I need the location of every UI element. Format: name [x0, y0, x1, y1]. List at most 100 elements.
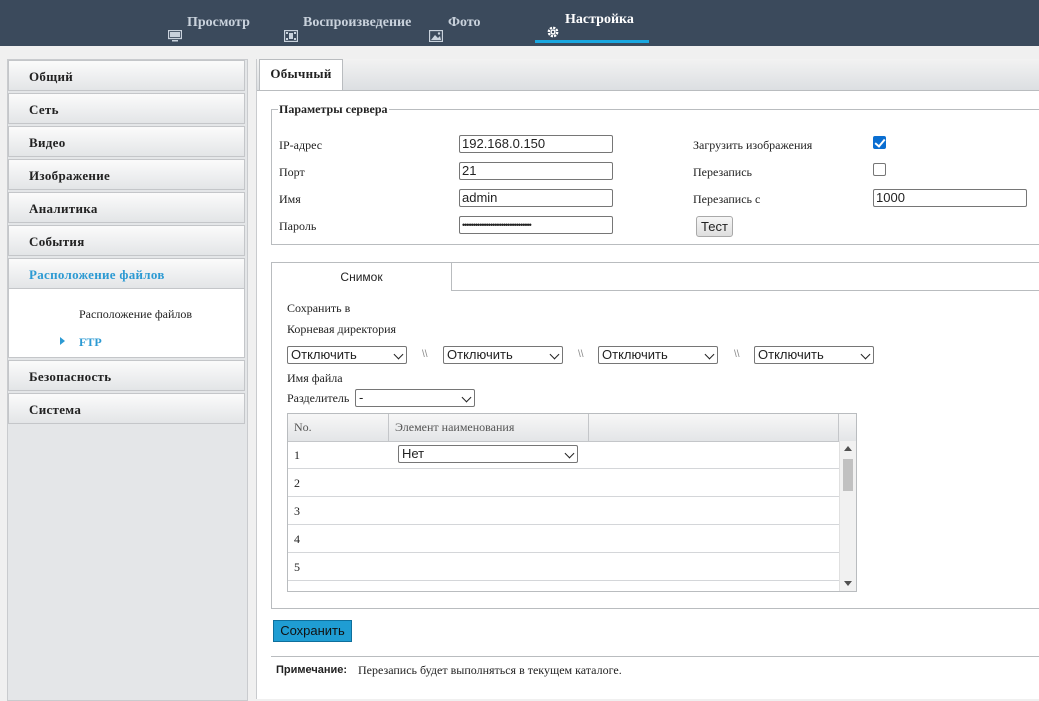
scrollbar-thumb[interactable]	[843, 459, 853, 491]
directory-select-2[interactable]: Отключить	[443, 346, 563, 364]
sidebar-item-events[interactable]: События	[8, 225, 245, 256]
column-header-empty	[589, 414, 839, 441]
sidebar-item-security[interactable]: Безопасность	[8, 360, 245, 391]
chevron-down-icon	[393, 349, 404, 360]
main-tabbar: Обычный	[257, 59, 1039, 91]
note-text: Перезапись будет выполняться в текущем к…	[358, 663, 622, 677]
sidebar-item-video[interactable]: Видео	[8, 126, 245, 157]
scroll-down-icon[interactable]	[844, 581, 852, 586]
save-in-label: Сохранить в	[287, 301, 351, 315]
directory-select-1-value: Отключить	[291, 347, 357, 362]
directory-select-3-value: Отключить	[602, 347, 668, 362]
directory-separator-3: \\	[734, 349, 740, 360]
sidebar-item-file-locations[interactable]: Расположение файлов	[8, 258, 245, 289]
film-icon	[283, 17, 299, 43]
table-row: 6	[288, 581, 839, 591]
table-scrollbar[interactable]	[839, 441, 856, 591]
row-number: 3	[294, 504, 300, 518]
main-content: Обычный Параметры сервера IP-адрес 192.1…	[256, 59, 1039, 699]
nav-playback[interactable]: Воспроизведение	[283, 0, 412, 46]
separator-select[interactable]: -	[355, 389, 475, 407]
table-row: 3	[288, 497, 839, 525]
sidebar-submenu: Расположение файлов FTP	[8, 288, 245, 358]
monitor-icon	[167, 17, 183, 42]
test-button[interactable]: Тест	[696, 216, 733, 237]
directory-select-4-value: Отключить	[758, 347, 824, 362]
nav-photo[interactable]: Фото	[428, 0, 481, 46]
overwrite-from-input[interactable]: 1000	[873, 189, 1027, 207]
upload-images-checkbox[interactable]	[873, 136, 886, 149]
naming-element-select[interactable]: Нет	[398, 445, 578, 463]
sidebar-item-network[interactable]: Сеть	[8, 93, 245, 124]
server-parameters-legend: Параметры сервера	[278, 102, 389, 117]
nav-settings-label: Настройка	[565, 12, 634, 27]
username-input[interactable]: admin	[459, 189, 613, 207]
sidebar-item-general[interactable]: Общий	[8, 60, 245, 91]
password-input[interactable]: ••••••••••••••••••••••••••••••••	[459, 216, 613, 234]
table-header: No. Элемент наименования	[288, 414, 856, 442]
tab-basic[interactable]: Обычный	[259, 59, 343, 90]
port-label: Порт	[279, 165, 305, 179]
username-label: Имя	[279, 192, 301, 206]
submenu-item-file-locations[interactable]: Расположение файлов	[79, 307, 192, 322]
sidebar-menu: Общий Сеть Видео Изображение Аналитика С…	[7, 59, 248, 701]
chevron-down-icon	[704, 349, 715, 360]
root-directory-label: Корневая директория	[287, 322, 397, 336]
upload-images-label: Загрузить изображения	[693, 138, 813, 152]
port-input[interactable]: 21	[459, 162, 613, 180]
snapshot-tabbar: Снимок	[272, 263, 1039, 291]
note-section: Примечание: Перезапись будет выполняться…	[271, 656, 1039, 700]
image-icon	[428, 17, 444, 43]
ip-label: IP-адрес	[279, 138, 323, 152]
nav-photo-label: Фото	[448, 15, 481, 30]
table-row: 1 Нет	[288, 441, 839, 469]
sidebar-item-image[interactable]: Изображение	[8, 159, 245, 190]
chevron-down-icon	[461, 392, 472, 403]
naming-element-select-value: Нет	[402, 446, 425, 461]
table-row: 2	[288, 469, 839, 497]
nav-playback-label: Воспроизведение	[303, 15, 412, 30]
save-button[interactable]: Сохранить	[273, 620, 352, 642]
snapshot-panel: Снимок Сохранить в Корневая директория О…	[271, 262, 1039, 609]
password-label: Пароль	[279, 219, 317, 233]
row-number: 5	[294, 560, 300, 574]
row-number: 2	[294, 476, 300, 490]
chevron-down-icon	[860, 349, 871, 360]
row-number: 1	[294, 448, 300, 462]
filename-label: Имя файла	[287, 371, 343, 385]
sidebar-item-analytics[interactable]: Аналитика	[8, 192, 245, 223]
directory-select-1[interactable]: Отключить	[287, 346, 407, 364]
scroll-up-icon[interactable]	[844, 446, 852, 451]
sidebar-item-system[interactable]: Система	[8, 393, 245, 424]
table-row: 4	[288, 525, 839, 553]
tab-snapshot[interactable]: Снимок	[272, 263, 452, 291]
directory-select-4[interactable]: Отключить	[754, 346, 874, 364]
row-number: 6	[294, 588, 300, 591]
top-navigation-bar: Просмотр Воспроизведение Фото Настройка	[0, 0, 1039, 46]
caret-right-icon	[60, 337, 65, 345]
left-sidebar: Общий Сеть Видео Изображение Аналитика С…	[0, 46, 254, 701]
submenu-item-ftp[interactable]: FTP	[79, 335, 102, 350]
overwrite-checkbox[interactable]	[873, 163, 886, 176]
ip-input[interactable]: 192.168.0.150	[459, 135, 613, 153]
server-parameters-group: Параметры сервера IP-адрес 192.168.0.150…	[271, 102, 1039, 245]
naming-elements-table: No. Элемент наименования 1 Нет 2 3 4 5 6	[287, 413, 857, 592]
separator-select-value: -	[359, 390, 364, 405]
directory-select-2-value: Отключить	[447, 347, 513, 362]
note-label: Примечание:	[276, 664, 348, 676]
overwrite-label: Перезапись	[693, 165, 753, 179]
chevron-down-icon	[564, 448, 575, 459]
nav-preview[interactable]: Просмотр	[167, 0, 250, 46]
overwrite-from-label: Перезапись с	[693, 192, 761, 206]
column-header-naming-element: Элемент наименования	[389, 414, 589, 441]
nav-preview-label: Просмотр	[187, 15, 250, 30]
directory-separator-1: \\	[422, 349, 428, 360]
chevron-down-icon	[549, 349, 560, 360]
directory-separator-2: \\	[578, 349, 584, 360]
directory-select-3[interactable]: Отключить	[598, 346, 718, 364]
nav-settings[interactable]: Настройка	[535, 0, 649, 43]
row-number: 4	[294, 532, 300, 546]
separator-label: Разделитель	[287, 391, 350, 405]
table-row: 5	[288, 553, 839, 581]
column-header-no: No.	[288, 414, 389, 441]
